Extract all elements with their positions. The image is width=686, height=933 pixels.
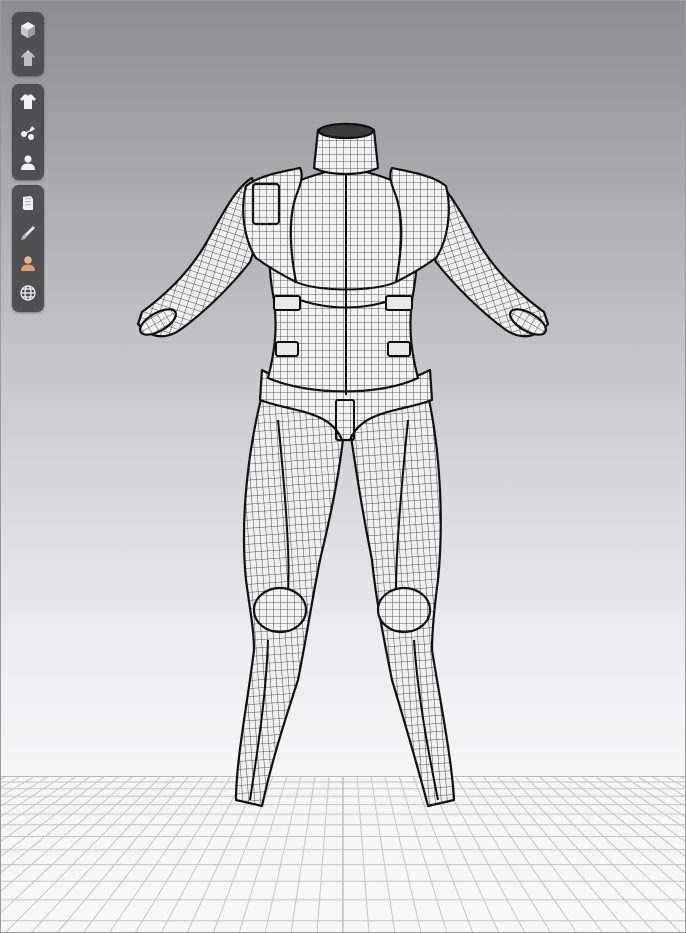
garment-wireframe[interactable] xyxy=(0,0,686,933)
right-waist-strap xyxy=(385,295,413,311)
left-waist-strap xyxy=(273,295,301,311)
fabric-icon[interactable] xyxy=(14,189,42,217)
chest-pocket xyxy=(251,182,281,226)
3d-viewport[interactable] xyxy=(0,0,686,933)
right-hip-strap xyxy=(387,341,411,357)
left-knee-pad xyxy=(252,586,308,634)
pins-icon[interactable] xyxy=(14,118,42,146)
toolbar-display-group xyxy=(12,12,44,76)
shirt-icon[interactable] xyxy=(14,88,42,116)
skin-avatar-icon[interactable] xyxy=(14,249,42,277)
left-hip-strap xyxy=(275,341,299,357)
cube-icon[interactable] xyxy=(14,16,42,43)
toolbar-render-group xyxy=(12,185,44,312)
garment-avatar-icon[interactable] xyxy=(14,45,42,72)
neck-opening xyxy=(317,122,375,140)
globe-icon[interactable] xyxy=(14,279,42,307)
right-knee-pad xyxy=(376,586,432,634)
brush-icon[interactable] xyxy=(14,219,42,247)
avatar-icon[interactable] xyxy=(14,148,42,176)
toolbar-visibility-group xyxy=(12,84,44,180)
